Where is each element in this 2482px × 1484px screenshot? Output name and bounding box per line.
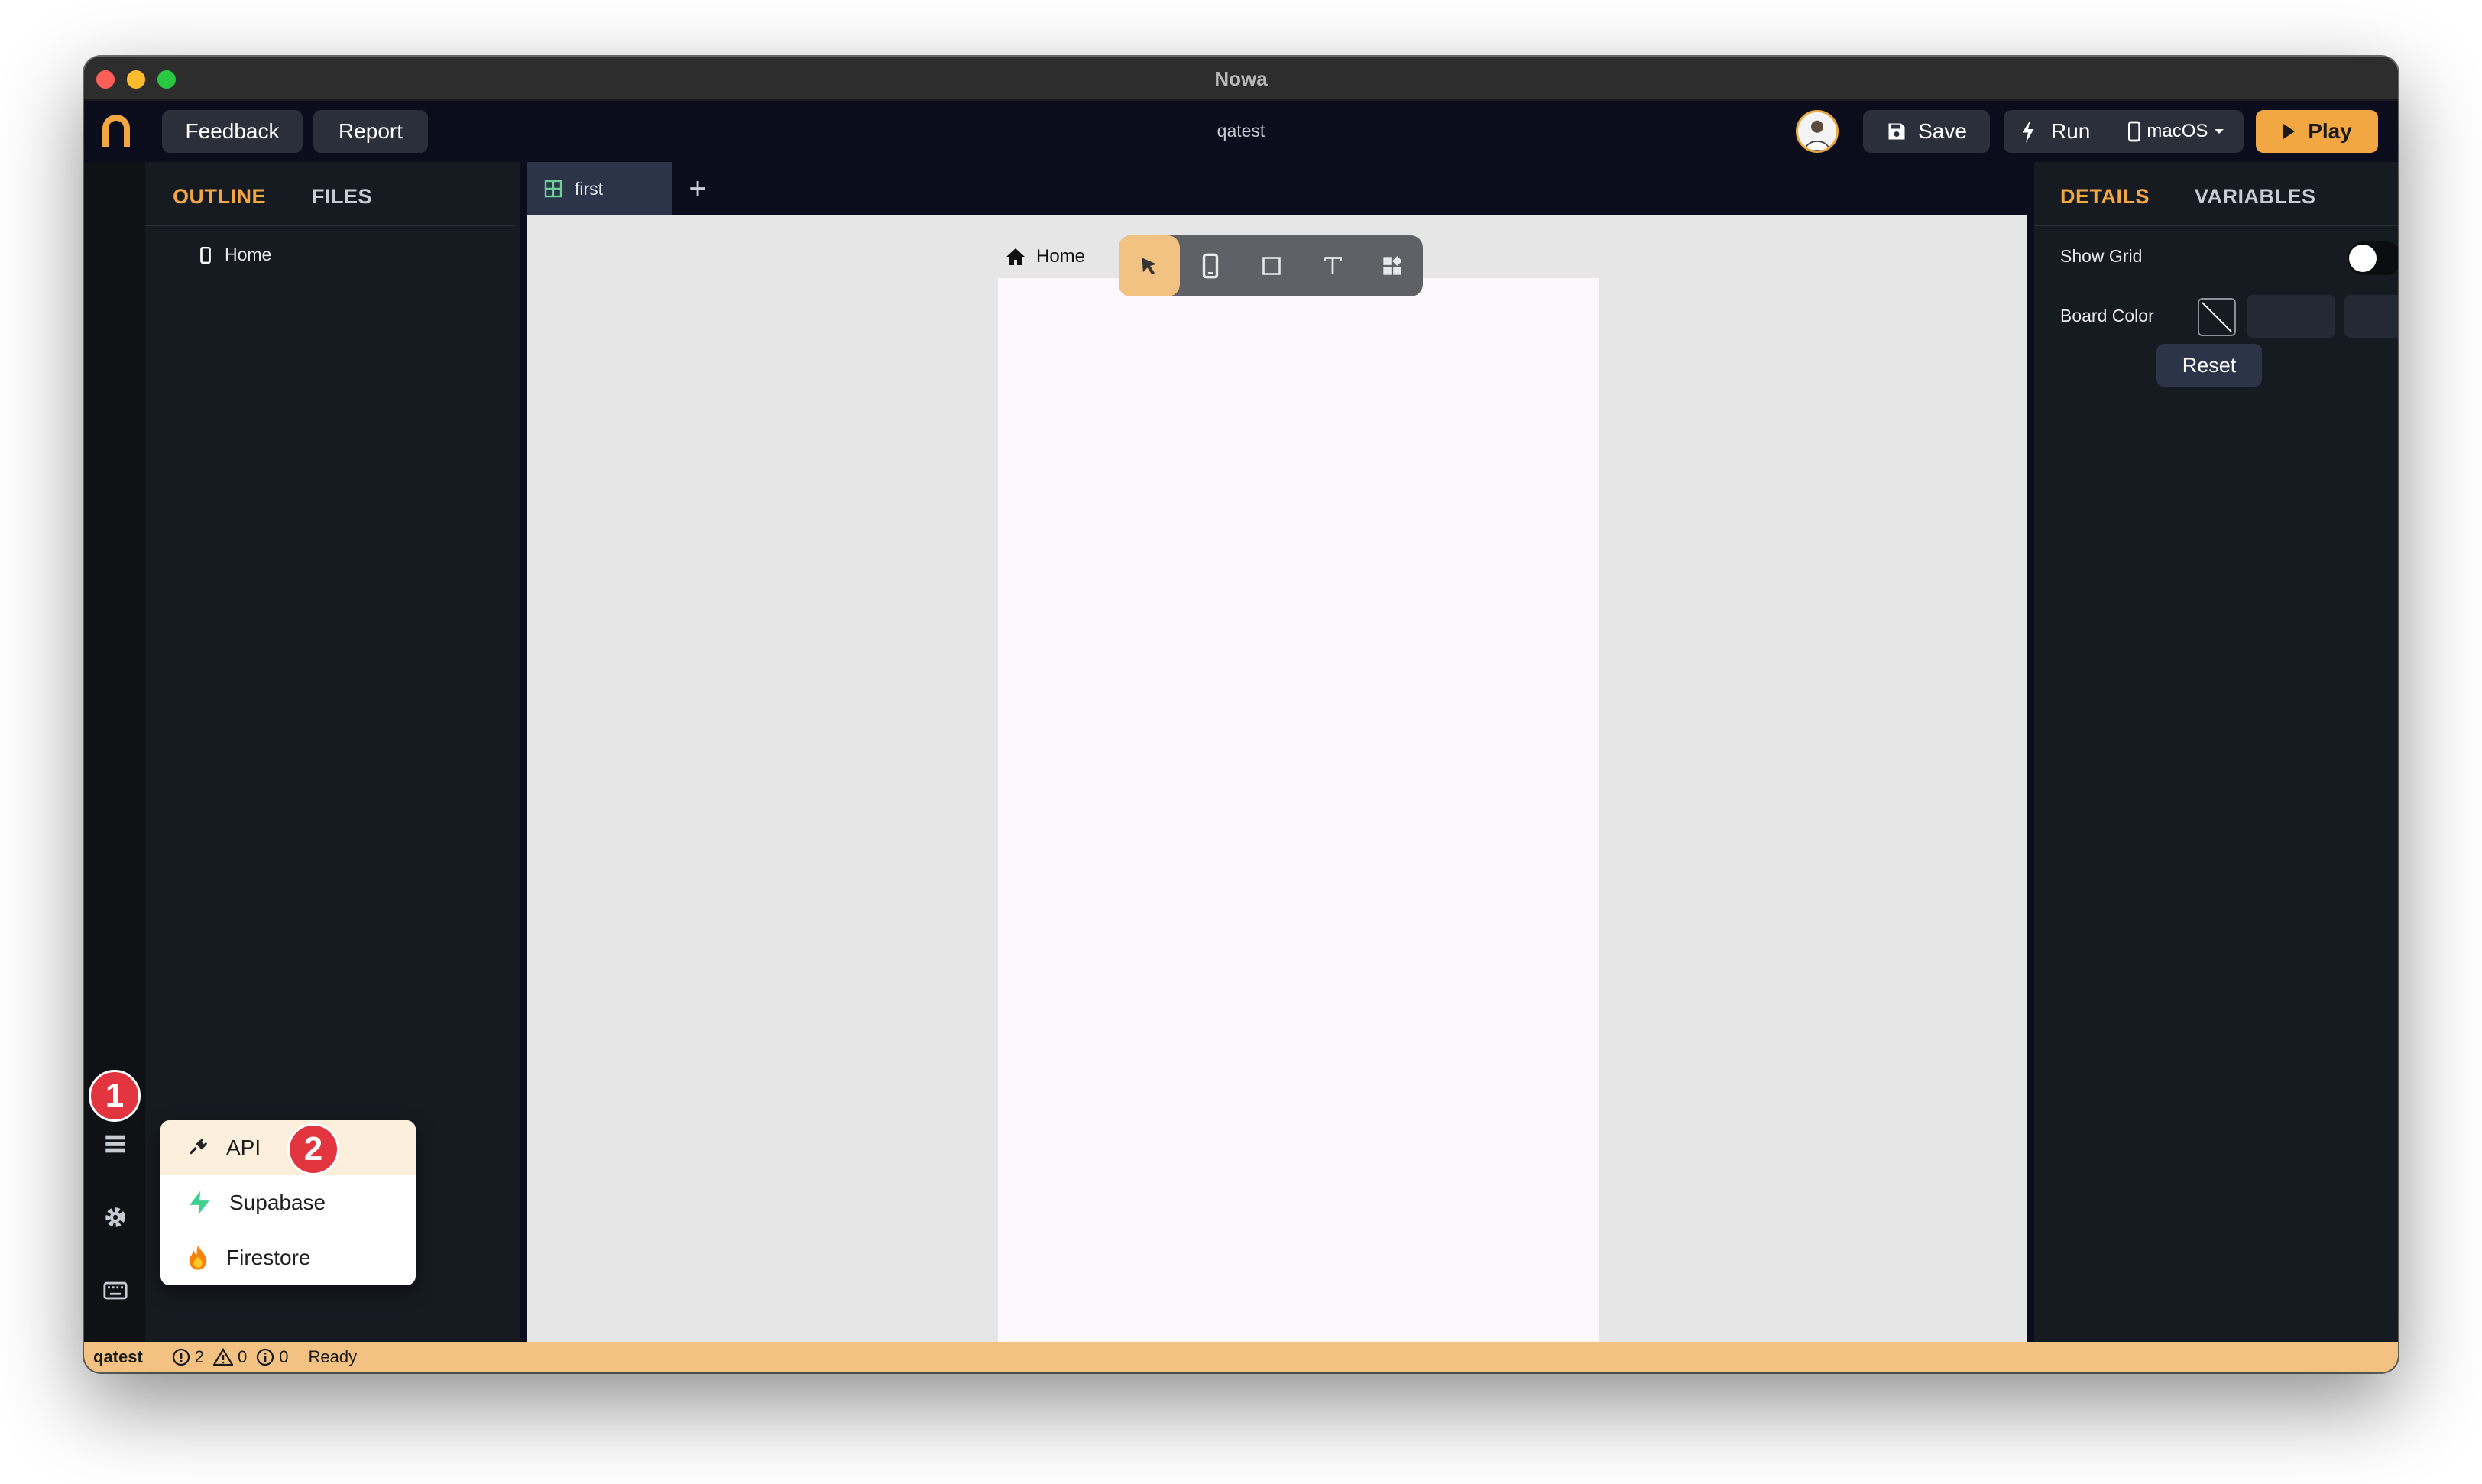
right-panel: DETAILS VARIABLES Show Grid Board Color … [2027,162,2398,1342]
app-window: Nowa Feedback Report qatest Save Run mac… [84,57,2398,1372]
info-circle-icon [257,1348,274,1366]
show-grid-toggle[interactable] [2348,241,2398,275]
board-color-label: Board Color [2060,306,2154,326]
run-button[interactable]: Run [2020,119,2090,144]
design-canvas[interactable]: Home [527,215,2027,1342]
container-tool-button[interactable] [1241,235,1302,296]
status-warning-count: 0 [238,1347,248,1366]
step-badge-1: 1 [89,1070,141,1122]
board-label[interactable]: Home [1006,246,1085,267]
run-group: Run macOS [2004,110,2244,153]
floppy-disk-icon [1888,123,1905,140]
reset-button[interactable]: Reset [2156,344,2262,387]
tab-outline[interactable]: OUTLINE [173,185,266,209]
lightning-icon [2022,120,2034,143]
menu-item-supabase[interactable]: Supabase [160,1175,416,1230]
save-label: Save [1918,119,1967,143]
menu-item-label: API [226,1136,261,1159]
cursor-icon [1142,258,1157,275]
tab-label: first [575,178,604,199]
platform-select[interactable]: macOS [2128,121,2224,142]
status-error-count: 2 [194,1347,205,1366]
platform-label: macOS [2147,121,2208,141]
outline-item-home[interactable]: Home [200,245,271,265]
top-bar: Feedback Report qatest Save Run macOS Pl… [84,101,2398,162]
database-list-icon[interactable] [102,1131,128,1157]
home-board[interactable] [998,278,1599,1342]
tab-variables[interactable]: VARIABLES [2195,185,2316,209]
text-icon [1324,257,1342,274]
save-button[interactable]: Save [1863,110,1990,153]
phone-icon [200,246,211,264]
avatar-icon [1798,112,1836,151]
board-color-hex-field[interactable] [2247,295,2335,338]
home-icon [1006,248,1025,265]
user-avatar[interactable] [1796,110,1839,153]
device-tool-button[interactable] [1180,235,1241,296]
play-icon [2283,124,2296,139]
toggle-knob [2349,245,2377,272]
show-grid-label: Show Grid [2060,246,2143,266]
supabase-icon [190,1191,209,1215]
window-title: Nowa [1214,67,1268,90]
board-label-text: Home [1036,246,1086,267]
tab-files[interactable]: FILES [312,185,372,209]
board-color-opacity-field[interactable] [2344,295,2398,338]
add-tab-button[interactable]: + [680,171,715,206]
select-tool-button[interactable] [1119,235,1180,296]
status-project[interactable]: qatest [93,1347,143,1367]
firebase-icon [189,1246,207,1270]
status-infos[interactable]: 0 [256,1347,289,1367]
widgets-icon [1383,256,1402,275]
panel-divider [145,225,514,226]
gear-icon[interactable] [102,1204,128,1230]
activity-bar [84,162,145,1342]
no-color-icon [2202,302,2232,332]
panel-splitter[interactable] [520,162,527,1342]
canvas-toolbar [1119,235,1423,296]
file-tabs-bar: first + [527,162,2027,215]
play-label: Play [2308,119,2352,143]
status-text: Ready [308,1347,358,1366]
menu-item-firestore[interactable]: Firestore [160,1230,416,1285]
panel-divider [2034,225,2398,226]
keyboard-icon[interactable] [102,1278,128,1304]
run-label: Run [2051,119,2091,143]
status-warnings[interactable]: 0 [213,1347,247,1367]
board-color-swatch[interactable] [2198,298,2236,336]
plug-icon [189,1138,208,1155]
chevron-down-icon [2215,129,2224,134]
warning-icon [213,1348,234,1366]
menu-item-label: Supabase [229,1191,326,1214]
outline-item-label: Home [225,245,272,264]
status-bar: qatest 2 0 0 Ready [84,1342,2398,1372]
title-bar: Nowa [84,57,2398,101]
status-errors[interactable]: 2 [172,1347,204,1367]
phone-icon [1202,253,1219,279]
grid-icon [544,180,562,198]
status-info-count: 0 [279,1347,289,1366]
tab-first[interactable]: first [527,162,672,215]
phone-icon [2128,121,2141,142]
tab-details[interactable]: DETAILS [2060,185,2150,209]
widgets-tool-button[interactable] [1362,235,1423,296]
play-button[interactable]: Play [2256,110,2378,153]
error-circle-icon [172,1348,190,1366]
menu-item-label: Firestore [226,1246,311,1269]
square-icon [1262,257,1281,275]
step-badge-2: 2 [287,1123,339,1175]
text-tool-button[interactable] [1302,235,1363,296]
